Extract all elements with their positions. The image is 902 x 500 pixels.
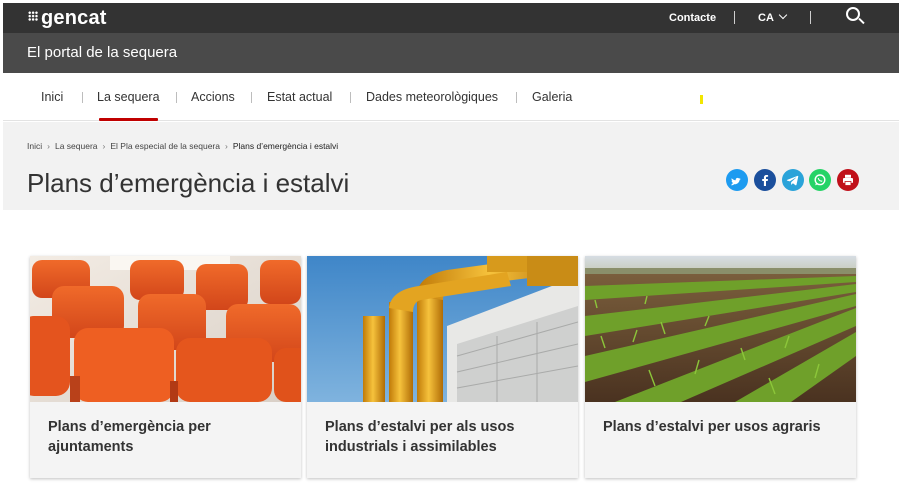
portal-title[interactable]: El portal de la sequera xyxy=(27,44,177,61)
card-title[interactable]: Plans d’emergència per ajuntaments xyxy=(48,417,288,457)
nav-divider xyxy=(251,92,252,103)
nav-divider xyxy=(516,92,517,103)
logo-text: gencat xyxy=(41,7,107,29)
logo-dots-icon xyxy=(28,11,38,21)
page-title: Plans d’emergència i estalvi xyxy=(27,168,350,198)
facebook-icon[interactable] xyxy=(754,169,776,191)
telegram-icon[interactable] xyxy=(782,169,804,191)
breadcrumb-item[interactable]: La sequera xyxy=(55,141,98,151)
contact-link[interactable]: Contacte xyxy=(669,12,716,24)
main-nav: Inici La sequera Accions Estat actual Da… xyxy=(3,73,899,121)
nav-item-estat-actual[interactable]: Estat actual xyxy=(267,90,332,104)
breadcrumb-chevron-icon: › xyxy=(102,141,106,151)
page-header: Inici › La sequera › El Pla especial de la s… xyxy=(3,122,899,210)
top-bar: gencat Contacte CA xyxy=(3,3,899,33)
nav-item-accions[interactable]: Accions xyxy=(191,90,235,104)
card-title[interactable]: Plans d’estalvi per als usos industrials… xyxy=(325,417,565,457)
active-nav-indicator xyxy=(99,118,158,121)
breadcrumb-current: Plans d’emergència i estalvi xyxy=(232,141,339,151)
print-icon[interactable] xyxy=(837,169,859,191)
divider xyxy=(810,11,811,24)
language-label: CA xyxy=(758,12,774,24)
breadcrumb-item[interactable]: Inici xyxy=(27,141,42,151)
nav-item-la-sequera[interactable]: La sequera xyxy=(97,90,160,104)
breadcrumb-chevron-icon: › xyxy=(47,141,50,151)
divider xyxy=(734,11,735,24)
card-plans-emergencia-ajuntaments[interactable]: Plans d’emergència per ajuntaments xyxy=(30,256,301,478)
yellow-marker xyxy=(700,95,703,104)
chevron-down-icon xyxy=(778,10,788,20)
orange-chairs-image xyxy=(30,256,301,402)
breadcrumb-chevron-icon: › xyxy=(224,141,228,151)
crop-field-image xyxy=(585,256,856,402)
gencat-logo[interactable]: gencat xyxy=(28,7,107,30)
twitter-icon[interactable] xyxy=(726,169,748,191)
card-title[interactable]: Plans d’estalvi per usos agraris xyxy=(603,417,843,437)
portal-bar: El portal de la sequera xyxy=(3,33,899,73)
nav-item-inici[interactable]: Inici xyxy=(41,90,63,104)
nav-item-galeria[interactable]: Galeria xyxy=(532,90,572,104)
nav-divider xyxy=(350,92,351,103)
card-plans-estalvi-industrials[interactable]: Plans d’estalvi per als usos industrials… xyxy=(307,256,578,478)
breadcrumb: Inici › La sequera › El Pla especial de la s… xyxy=(27,141,338,151)
nav-divider xyxy=(82,92,83,103)
industrial-pipes-image xyxy=(307,256,578,402)
search-icon[interactable] xyxy=(846,7,860,21)
whatsapp-icon[interactable] xyxy=(809,169,831,191)
nav-divider xyxy=(176,92,177,103)
nav-item-dades-meteorologiques[interactable]: Dades meteorològiques xyxy=(366,90,498,104)
language-selector[interactable]: CA xyxy=(758,10,788,24)
card-plans-estalvi-agraris[interactable]: Plans d’estalvi per usos agraris xyxy=(585,256,856,478)
breadcrumb-item[interactable]: El Pla especial de la sequera xyxy=(110,141,220,151)
